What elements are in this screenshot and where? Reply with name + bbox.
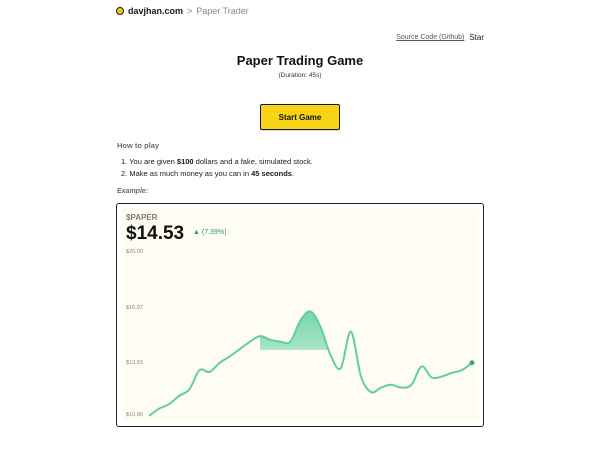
site-logo-icon[interactable] [116,7,124,15]
y-axis-label: $13.53 [126,360,143,366]
price-area-fill [260,311,329,350]
duration-text: (Duration: 45s) [278,72,322,79]
breadcrumb-current: Paper Trader [196,6,249,16]
instruction-step: 1. You are given $100 dollars and a fake… [121,157,313,166]
top-links: Source Code (Github) Star [396,33,484,42]
page-title: Paper Trading Game [236,53,364,68]
breadcrumb: davjhan.com > Paper Trader [116,4,249,18]
breadcrumb-home-link[interactable]: davjhan.com [128,6,183,16]
chart-panel: $PAPER $14.53 ▲ (7.39%) $20.00 $16.97 $1… [122,209,478,421]
current-price-point [469,360,475,366]
instruction-step: 2. Make as much money as you can in 45 s… [121,169,295,178]
price-change: ▲ (7.39%) [193,229,226,236]
instructions-list: 1. You are given $100 dollars and a fake… [121,156,313,180]
y-axis-label: $20.00 [126,249,143,255]
example-label: Example: [117,188,149,195]
price-change-percent: (7.39%) [201,229,227,236]
y-axis-label: $16.97 [126,305,143,311]
ticker-symbol: $PAPER [126,213,158,222]
how-to-play-heading: How to play [117,141,160,150]
start-game-button[interactable]: Start Game [260,104,340,130]
chevron-right-icon: > [187,6,193,16]
y-axis-label: $10.90 [126,412,143,418]
source-code-link[interactable]: Source Code (Github) [396,34,464,41]
star-button[interactable]: Star [469,33,484,42]
up-arrow-icon: ▲ [193,229,200,236]
example-chart: $PAPER $14.53 ▲ (7.39%) $20.00 $16.97 $1… [116,203,484,427]
current-price: $14.53 [126,223,185,244]
